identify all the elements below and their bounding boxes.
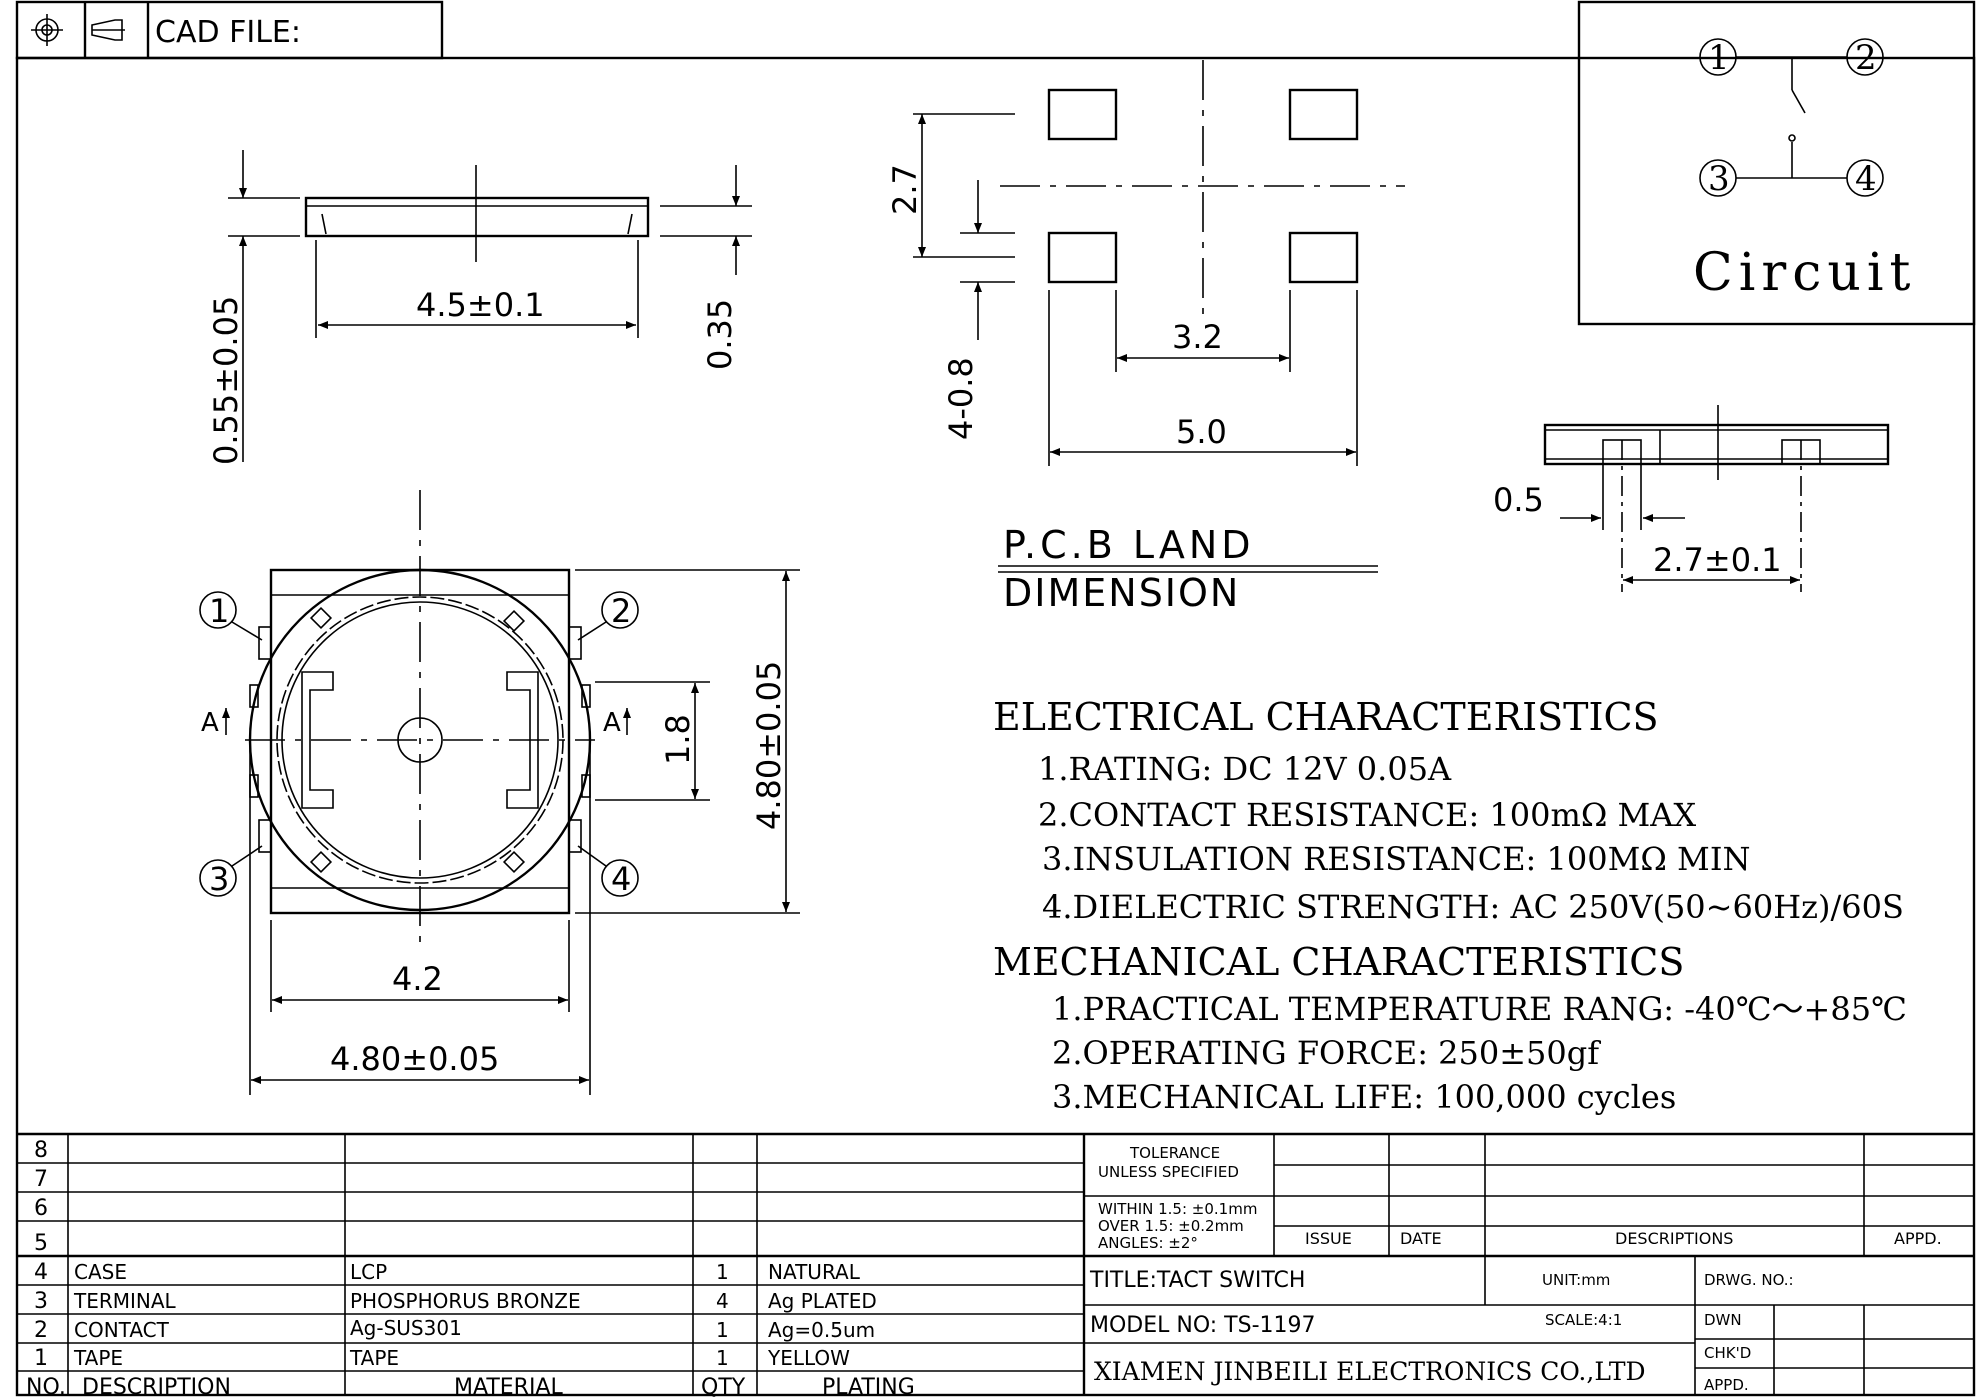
pin-label-1: 1 [209,592,229,630]
section-mark-left: A [201,708,219,738]
drawing-title: TITLE:TACT SWITCH [1089,1268,1305,1293]
bom-material: TAPE [349,1346,399,1370]
mechanical-title: MECHANICAL CHARACTERISTICS [993,940,1684,984]
pad [1047,231,1118,284]
descriptions-header: DESCRIPTIONS [1615,1229,1733,1248]
bom-desc: CONTACT [74,1318,170,1342]
tolerance-label: UNLESS SPECIFIED [1098,1163,1239,1181]
electrical-item: 4.DIELECTRIC STRENGTH: AC 250V(50~60Hz)/… [1042,888,1904,926]
bom-qty: 1 [716,1260,729,1284]
pin-label-3: 3 [209,860,229,898]
section-view: 0.5 2.7±0.1 [1493,405,1890,592]
top-view: 1 2 3 4 A A 1.8 4.80±0.05 4.2 4.80±0.05 [199,490,800,1095]
circuit-pin-2: 2 [1855,38,1877,78]
circuit-title: Circuit [1693,243,1916,303]
scale-label: SCALE:4:1 [1545,1311,1622,1329]
dim-top-inner-w: 4.2 [392,960,443,998]
bom-desc: TAPE [73,1346,123,1370]
bom-no: 6 [34,1196,48,1221]
tolerance-angles: ANGLES: ±2° [1098,1234,1198,1252]
drawing-sheet: CAD FILE: 1 2 3 4 Circuit 0.55±0.05 0.35… [15,0,1976,1397]
appd-header: APPD. [1894,1229,1942,1248]
cad-file-label: CAD FILE: [155,15,301,50]
projection-symbol-icon [31,14,125,46]
circuit-pin-1: 1 [1708,38,1730,78]
company-name: XIAMEN JINBEILI ELECTRONICS CO.,LTD [1094,1357,1646,1386]
bom-plating: YELLOW [767,1346,850,1370]
dim-section-pitch: 2.7±0.1 [1653,541,1782,579]
bom-no: 1 [34,1346,48,1371]
pcb-land-title-2: DIMENSION [1003,571,1240,615]
bom-plating: Ag PLATED [768,1289,877,1313]
circuit-pin-4: 4 [1855,159,1877,199]
bom-desc: CASE [74,1260,127,1284]
approved-label: APPD. [1704,1376,1749,1394]
bom-no: 8 [34,1138,48,1163]
bom-table: 8 7 6 5 4 CASE LCP 1 NATURAL 3 TERMINAL … [26,1138,915,1397]
dim-side-thickness: 0.35 [701,299,739,370]
side-view: 0.55±0.05 0.35 4.5±0.1 [207,150,752,465]
bom-material: Ag-SUS301 [350,1316,462,1340]
electrical-item: 1.RATING: DC 12V 0.05A [1038,750,1452,788]
section-mark-right: A [603,708,621,738]
checked-label: CHK'D [1704,1344,1751,1362]
pad [1288,231,1359,284]
pin-label-4: 4 [611,860,631,898]
title-block-grid [17,1132,1974,1395]
tolerance-label: TOLERANCE [1129,1144,1220,1162]
circuit-box: 1 2 3 4 Circuit [1577,0,1976,326]
issue-header: ISSUE [1305,1229,1352,1248]
electrical-item: 3.INSULATION RESISTANCE: 100MΩ MIN [1042,840,1750,878]
bom-header-plating: PLATING [822,1375,915,1397]
mechanical-item: 3.MECHANICAL LIFE: 100,000 cycles [1052,1078,1676,1116]
pcb-land-title-1: P.C.B LAND [1003,523,1255,567]
bom-header-desc: DESCRIPTION [82,1375,231,1397]
circuit-pin-3: 3 [1708,159,1730,199]
bom-no: 5 [34,1231,48,1256]
dim-top-width: 4.80±0.05 [330,1040,499,1078]
tolerance-over: OVER 1.5: ±0.2mm [1098,1217,1244,1235]
dim-section-pad: 0.5 [1493,481,1544,519]
pcb-land-view: 2.7 4-0.8 3.2 5.0 P.C.B LAND DIMENSION [886,60,1405,615]
title-block: TOLERANCE UNLESS SPECIFIED WITHIN 1.5: ±… [1089,1144,1942,1394]
dim-top-inner-h: 1.8 [659,714,697,765]
bom-qty: 1 [716,1346,729,1370]
pad [1047,88,1118,141]
drawn-label: DWN [1704,1311,1742,1329]
dim-pcb-pad: 4-0.8 [942,357,980,440]
unit-label: UNIT:mm [1542,1271,1610,1289]
mechanical-item: 2.OPERATING FORCE: 250±50gf [1052,1034,1601,1072]
bom-qty: 4 [716,1289,729,1313]
bom-plating: NATURAL [768,1260,861,1284]
dim-top-height: 4.80±0.05 [750,661,788,830]
bom-no: 7 [34,1167,48,1192]
dim-side-width: 4.5±0.1 [416,286,545,324]
drawing-number-label: DRWG. NO.: [1704,1271,1794,1289]
model-number: MODEL NO: TS-1197 [1090,1313,1316,1338]
bom-header-qty: QTY [701,1375,746,1397]
bom-desc: TERMINAL [73,1289,177,1313]
electrical-title: ELECTRICAL CHARACTERISTICS [993,695,1659,739]
bom-material: PHOSPHORUS BRONZE [350,1289,581,1313]
mechanical-item: 1.PRACTICAL TEMPERATURE RANG: -40℃～+85℃ [1052,990,1907,1028]
bom-plating: Ag=0.5um [768,1318,875,1342]
dim-side-height: 0.55±0.05 [207,296,245,465]
bom-no: 4 [34,1260,48,1285]
bom-no: 2 [34,1318,48,1343]
electrical-item: 2.CONTACT RESISTANCE: 100mΩ MAX [1038,796,1696,834]
bom-material: LCP [350,1260,387,1284]
pad [1288,88,1359,141]
date-header: DATE [1400,1229,1442,1248]
tolerance-within: WITHIN 1.5: ±0.1mm [1098,1200,1257,1218]
bom-qty: 1 [716,1318,729,1342]
specifications: ELECTRICAL CHARACTERISTICS 1.RATING: DC … [993,695,1907,1116]
bom-header-no: NO. [26,1375,66,1397]
dim-pcb-outer: 5.0 [1176,413,1227,451]
cad-file-box: CAD FILE: [15,0,444,60]
dim-pcb-pitch-v: 2.7 [886,164,924,215]
pin-label-2: 2 [611,592,631,630]
bom-header-material: MATERIAL [454,1375,563,1397]
dim-pcb-inner: 3.2 [1172,318,1223,356]
bom-no: 3 [34,1289,48,1314]
